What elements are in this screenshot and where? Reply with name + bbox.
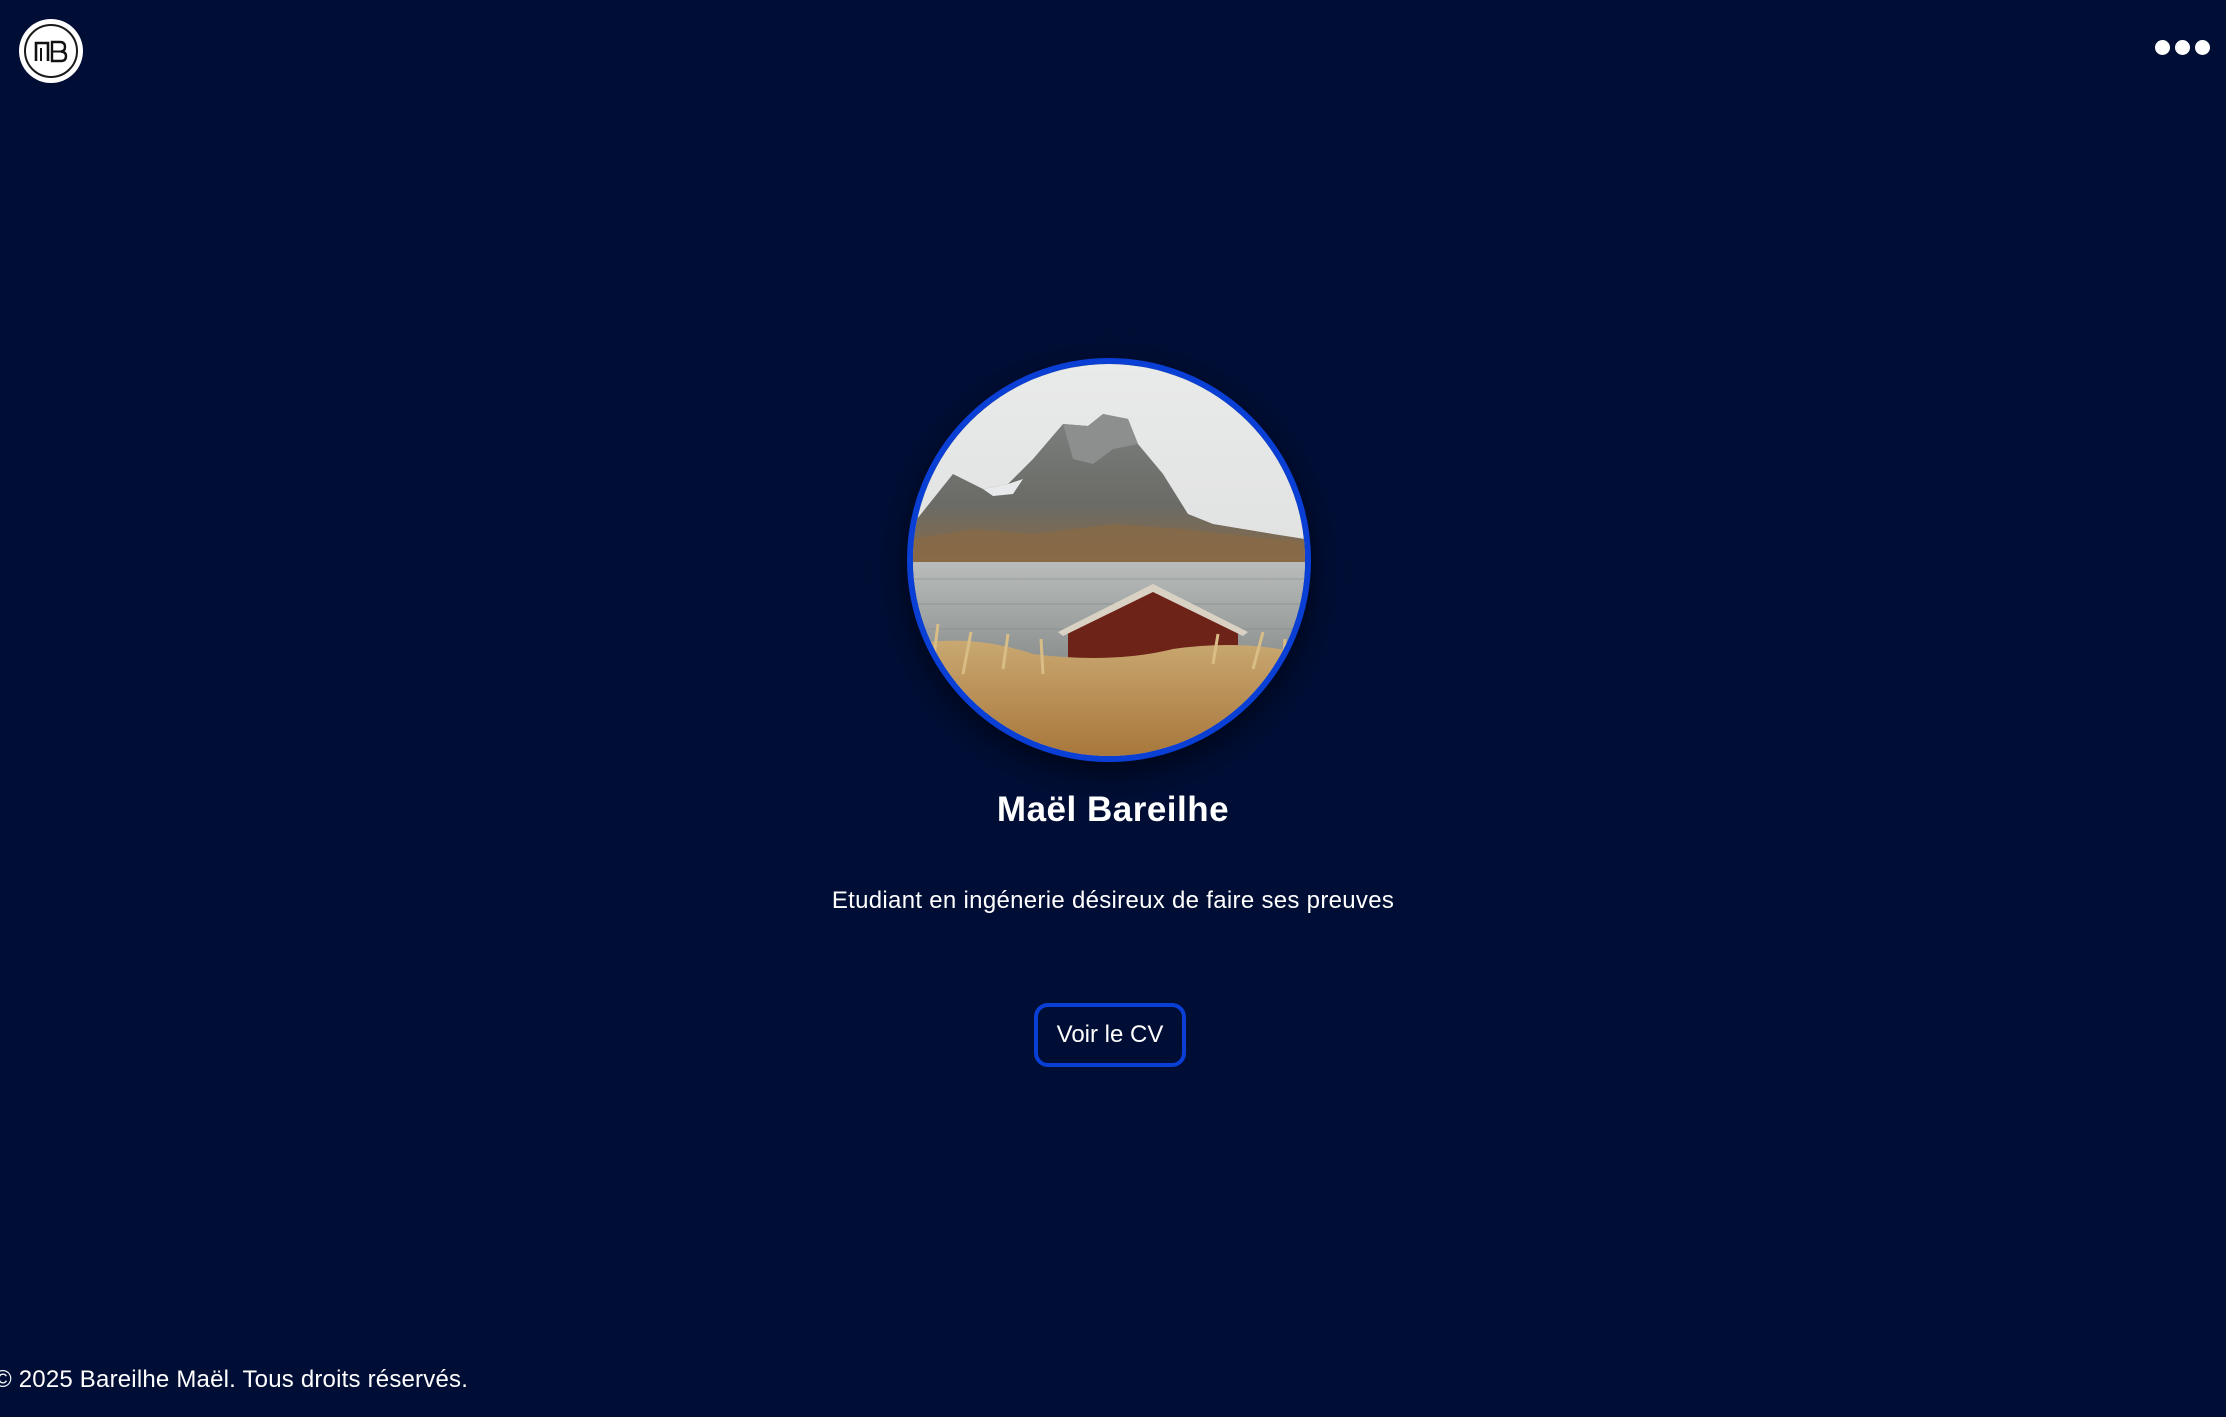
profile-photo [907, 358, 1311, 762]
more-menu-button[interactable] [2151, 36, 2214, 59]
portfolio-page: Maël Bareilhe Etudiant en ingénerie dési… [0, 0, 2226, 1417]
mountain-lake-cabin-photo [913, 364, 1305, 756]
profile-name: Maël Bareilhe [996, 790, 1230, 829]
footer-copyright: © 2025 Bareilhe Maël. Tous droits réserv… [0, 1366, 469, 1393]
menu-dot [2155, 40, 2170, 55]
menu-dot [2175, 40, 2190, 55]
site-logo[interactable] [19, 19, 83, 83]
menu-dot [2195, 40, 2210, 55]
view-cv-button[interactable]: Voir le CV [1034, 1003, 1186, 1067]
monogram-logo-icon [24, 24, 78, 78]
profile-tagline: Etudiant en ingénerie désireux de faire … [831, 887, 1395, 914]
